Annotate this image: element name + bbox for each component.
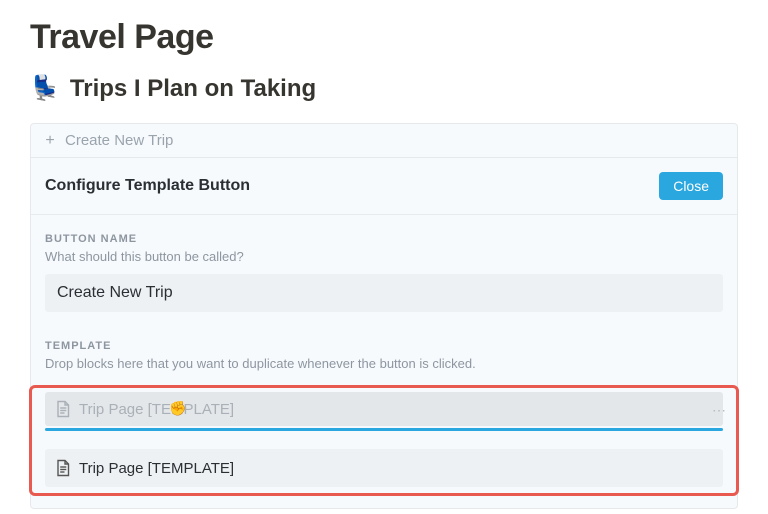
- create-button-label: Create New Trip: [65, 132, 173, 149]
- section-header: 💺 Trips I Plan on Taking: [30, 75, 738, 103]
- template-button-block: + Create New Trip Configure Template But…: [30, 123, 738, 509]
- button-name-label: BUTTON NAME: [45, 233, 723, 245]
- button-name-input[interactable]: [45, 274, 723, 312]
- more-icon[interactable]: ⋯: [712, 402, 727, 419]
- configure-title: Configure Template Button: [45, 177, 250, 195]
- template-label: TEMPLATE: [45, 340, 723, 352]
- seat-icon: 💺: [30, 77, 60, 101]
- annotation-highlight: Trip Page [TEMPLATE] ✊ ⋯: [29, 385, 739, 496]
- template-ghost-item[interactable]: Trip Page [TEMPLATE] ✊ ⋯: [45, 392, 723, 426]
- template-section: TEMPLATE Drop blocks here that you want …: [31, 322, 737, 385]
- dragged-page-label: Trip Page [TEMPLATE]: [79, 460, 234, 477]
- button-name-section: BUTTON NAME What should this button be c…: [31, 215, 737, 322]
- page-title: Travel Page: [30, 18, 738, 57]
- dragged-page-block[interactable]: Trip Page [TEMPLATE]: [45, 449, 723, 487]
- section-heading: Trips I Plan on Taking: [70, 75, 316, 103]
- template-drop-area[interactable]: Trip Page [TEMPLATE] ✊ ⋯: [31, 385, 737, 508]
- create-new-trip-button[interactable]: + Create New Trip: [31, 124, 737, 158]
- grab-cursor-icon: ✊: [169, 400, 186, 417]
- configure-panel: Configure Template Button Close BUTTON N…: [31, 158, 737, 508]
- page-icon: [55, 400, 71, 418]
- close-button[interactable]: Close: [659, 172, 723, 200]
- page-icon: [55, 459, 71, 477]
- button-name-hint: What should this button be called?: [45, 249, 723, 264]
- drop-indicator: [45, 428, 723, 431]
- template-ghost-label: Trip Page [TEMPLATE]: [79, 401, 234, 418]
- plus-icon: +: [43, 133, 57, 149]
- template-hint: Drop blocks here that you want to duplic…: [45, 356, 723, 371]
